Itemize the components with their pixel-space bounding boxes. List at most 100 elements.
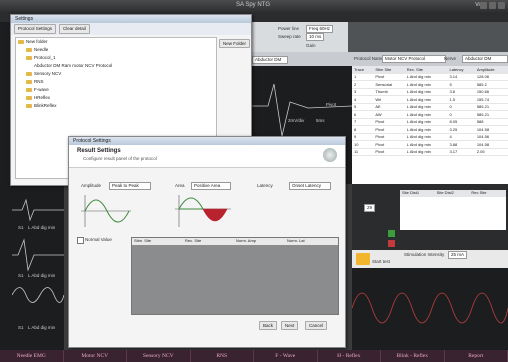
protocol-bar: Abductor DM Protocol Name Motor NCV Prot… (248, 52, 508, 66)
tree-item-8[interactable]: BlinkReflex (16, 102, 216, 110)
tab-rns[interactable]: RNS (191, 350, 254, 362)
protocol-select[interactable]: Motor NCV Protocol (382, 55, 446, 63)
amplitude-select[interactable]: Peak to Peak (109, 182, 151, 190)
table-cell: 104.58 (474, 125, 508, 134)
sweep-label: Sweep rate (278, 34, 301, 39)
table-cell: L Abd dig min (404, 118, 448, 126)
normal-value-checkbox[interactable] (77, 237, 84, 244)
table-row[interactable]: 1 Pivot L Abd dig min 3.14 128.06 (352, 73, 508, 81)
tree-item-1[interactable]: Needle (16, 46, 216, 54)
table-cell: 8 (352, 125, 374, 134)
tree-item-4[interactable]: Sensory NCV (16, 70, 216, 78)
table-row[interactable]: 11 Pivot L Abd dig min 3.17 2.05 (352, 148, 508, 156)
table-cell: 588 (474, 118, 508, 126)
tree-item-0[interactable]: New folder (16, 38, 216, 46)
nerve-left-select[interactable]: Abductor DM (252, 56, 288, 64)
table-cell: 3.25 (447, 125, 475, 134)
nerve-select[interactable]: Abductor DM (462, 55, 508, 63)
tab-blink-reflex[interactable]: Blink - Reflex (381, 350, 445, 362)
tab-sensory-ncv[interactable]: Sensory NCV (127, 350, 191, 362)
start-test-icon[interactable] (356, 253, 370, 265)
folder-icon (26, 71, 32, 76)
table-row[interactable]: 8 Pivot L Abd dig min 3.25 104.58 (352, 125, 508, 134)
back-button[interactable]: Back (259, 321, 278, 330)
powerline-label: Power line (278, 26, 300, 31)
table-row[interactable]: 4 Wri L Abd dig min 1.5 155.74 (352, 95, 508, 104)
new-folder-button[interactable]: New Folder (219, 39, 251, 48)
table-cell: 9 (352, 133, 374, 141)
table-cell: Thumb (373, 88, 405, 96)
table-cell: Pivot (373, 148, 405, 156)
table-row[interactable]: 9 Pivot L Abd dig min 4 104.56 (352, 133, 508, 141)
remove-icon[interactable] (388, 240, 395, 247)
maximize-button[interactable] (489, 2, 496, 9)
stimulation-controls: Start test Stimulation Intensity 25 mA (352, 250, 508, 268)
table-cell: 4 (447, 133, 475, 141)
col-rec-site[interactable]: Rec. Site (404, 66, 448, 74)
tree-item-3[interactable]: Abductor DM Ram motor NCV Protocol (16, 62, 216, 70)
table-cell: 7 (352, 118, 374, 126)
secondary-panel: Site Dist1 Site Dist2 Rec Site 29 (352, 184, 508, 250)
results-table-body: 1 Pivot L Abd dig min 3.14 128.06 2 Sensorial L… (352, 73, 508, 156)
start-test-label[interactable]: Start test (372, 259, 390, 264)
stim-intensity-label: Stimulation Intensity (404, 252, 445, 257)
distance-value[interactable]: 29 (364, 204, 376, 212)
table-cell: 3.17 (447, 148, 475, 156)
table-row[interactable]: 5 AE L Abd dig min 0 585.21 (352, 103, 508, 111)
tab-protocol-settings[interactable]: Protocol Settings (14, 24, 57, 34)
table-row[interactable]: 6 AW L Abd dig min 0 585.21 (352, 110, 508, 119)
table-row[interactable]: 2 Sensorial L Abd dig min 5 585.2 (352, 80, 508, 89)
sweep-select[interactable]: 10 ms (306, 33, 325, 41)
tab-h-reflex[interactable]: H - Reflex (318, 350, 381, 362)
tree-item-6[interactable]: F-wave (16, 86, 216, 94)
tab-report[interactable]: Report (445, 350, 508, 362)
table-cell: Sensorial (373, 80, 405, 89)
left-row-label-1: S1 (18, 225, 24, 230)
cancel-button[interactable]: Cancel (305, 321, 328, 330)
tab-motor-ncv[interactable]: Motor NCV (64, 350, 127, 362)
col-norm-lat: Norm. Lat (287, 238, 305, 243)
table-cell: L Abd dig min (404, 73, 448, 81)
col-amplitude[interactable]: Amplitude (474, 66, 508, 74)
next-button[interactable]: Next (281, 321, 299, 330)
left-row-text-3: L Abd dig min (28, 325, 56, 330)
tab-needle-emg[interactable]: Needle EMG (0, 350, 64, 362)
gain-label: Gain (306, 43, 316, 48)
powerline-select[interactable]: Freq 60Hz (306, 25, 334, 33)
tab-clear-detail[interactable]: Clear detail (59, 24, 90, 34)
tree-item-2[interactable]: Protocol_1 (16, 54, 216, 62)
amplitude-label: Amplitude (81, 183, 102, 188)
folder-icon (26, 79, 32, 84)
minimize-button[interactable] (480, 2, 487, 9)
tab-f-wave[interactable]: F - Wave (254, 350, 318, 362)
area-wave-graphic (175, 195, 231, 227)
top-right-toolbar (348, 22, 508, 52)
tree-item-5[interactable]: RNS (16, 78, 216, 86)
table-cell: 585.21 (474, 110, 508, 119)
col-latency[interactable]: Latency (447, 66, 475, 74)
table-cell: Pivot (373, 140, 405, 149)
close-button[interactable] (498, 2, 505, 9)
table-cell: 3.14 (447, 73, 475, 81)
nerve-label: Nerve (444, 56, 457, 61)
table-row[interactable]: 3 Thumb L Abd dig min 3.8 150.66 (352, 88, 508, 96)
col-trace[interactable]: Trace (352, 66, 374, 74)
table-cell: 585.21 (474, 103, 508, 111)
area-select[interactable]: Positive Area (191, 182, 231, 190)
table-cell: 150.66 (474, 88, 508, 96)
col-stim-site[interactable]: Stim Site (373, 66, 405, 74)
stim-intensity-value[interactable]: 25 mA (448, 251, 468, 259)
table-row[interactable]: 10 Pivot L Abd dig min 3.88 104.58 (352, 140, 508, 149)
table-row[interactable]: 7 Pivot L Abd dig min 8.05 588 (352, 118, 508, 126)
module-tab-bar: Needle EMG Motor NCV Sensory NCV RNS F -… (0, 350, 508, 362)
left-row-text-2: L Abd dig min (28, 273, 56, 278)
protocol-label: Protocol Name (354, 56, 384, 61)
table-cell: 1 (352, 73, 374, 81)
add-icon[interactable] (388, 230, 395, 237)
table-cell: 585.2 (474, 80, 508, 89)
latency-select[interactable]: Onset Latency (289, 182, 331, 190)
table-cell: 11 (352, 148, 374, 156)
tree-item-7[interactable]: HReflex (16, 94, 216, 102)
table-cell: 2.05 (474, 148, 508, 156)
table-cell: 3.88 (447, 140, 475, 149)
